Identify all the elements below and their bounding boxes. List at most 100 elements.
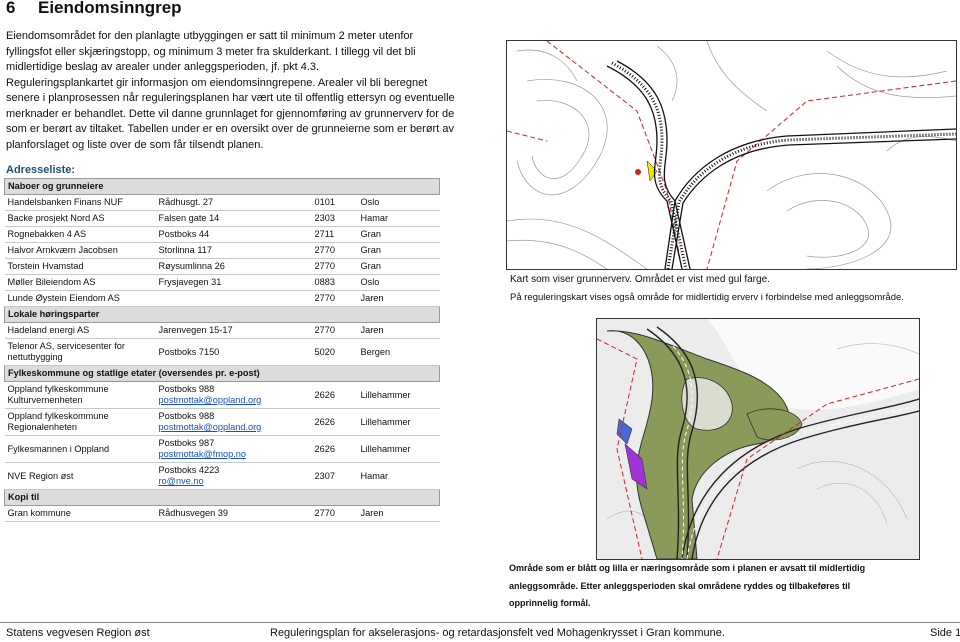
cell-name: Hadeland energi AS: [4, 322, 156, 339]
cell-zip: 2307: [311, 462, 358, 490]
email-link[interactable]: postmottak@fmop.no: [159, 449, 246, 459]
cell-address-text: Postboks 988: [158, 411, 215, 421]
cell-zip-text: 0101: [314, 197, 335, 207]
cell-address: Røysumlinna 26: [155, 258, 312, 275]
intro-paragraph-1: Eiendomsområdet for den planlagte utbygg…: [6, 30, 416, 73]
cell-city-text: Oslo: [360, 277, 380, 287]
cell-name-text: Oppland fylkeskommune Regionalenheten: [7, 411, 109, 432]
cell-address: Falsen gate 14: [155, 210, 312, 227]
cell-name: Oppland fylkeskommune Regionalenheten: [4, 408, 156, 436]
cell-name-text: Halvor Arnkværn Jacobsen: [7, 245, 118, 255]
cell-address: Postboks 44: [155, 226, 312, 243]
email-link[interactable]: ro@nve.no: [159, 476, 204, 486]
map1-caption-2: På reguleringskart vises også område for…: [510, 292, 904, 303]
cell-address-text: Røysumlinna 26: [158, 261, 225, 271]
cell-zip-text: 2307: [314, 470, 335, 481]
footer-divider: [0, 622, 960, 623]
cell-zip: 2711: [311, 226, 358, 243]
footer-page-number: Side 11: [930, 627, 960, 639]
cell-zip: 2770: [311, 258, 358, 275]
cell-city-text: Gran: [360, 261, 381, 271]
cell-name: Torstein Hvamstad: [4, 258, 156, 275]
table-row: Torstein Hvamstad Røysumlinna 26 2770 Gran: [4, 258, 440, 275]
section-header-label: Fylkeskommune og statlige etater (overse…: [4, 365, 440, 382]
cell-city-text: Hamar: [360, 470, 389, 481]
cell-address-text: Jarenvegen 15-17: [158, 325, 233, 335]
cell-address: Postboks 4223 ro@nve.no: [155, 462, 312, 490]
cell-zip-text: 2770: [314, 508, 335, 518]
cell-zip: 0883: [311, 274, 358, 291]
cell-address-text: Storlinna 117: [158, 245, 212, 255]
cell-zip-text: 2770: [314, 325, 335, 335]
map2-caption-line-3: opprinnelig formål.: [509, 598, 591, 608]
email-link[interactable]: postmottak@oppland.org: [159, 422, 262, 432]
cell-zip: 2770: [311, 242, 358, 259]
cell-city: Jaren: [357, 290, 440, 307]
cell-zip-text: 2626: [314, 443, 335, 454]
acquisition-map: [506, 40, 957, 270]
cell-address: Jarenvegen 15-17: [155, 322, 312, 339]
address-section-header: Fylkeskommune og statlige etater (overse…: [4, 365, 440, 382]
cell-city: Gran: [357, 226, 440, 243]
intro-paragraph-2: Reguleringsplankartet gir informasjon om…: [6, 76, 455, 151]
cell-address-text: Frysjavegen 31: [158, 277, 222, 287]
cell-name: Rognebakken 4 AS: [4, 226, 156, 243]
email-link[interactable]: postmottak@oppland.org: [159, 395, 262, 405]
cell-city: Oslo: [357, 274, 440, 291]
cell-city: Gran: [357, 242, 440, 259]
map2-caption-line-2: anleggsområde. Etter anleggsperioden ska…: [509, 580, 851, 591]
cell-name: Handelsbanken Finans NUF: [4, 194, 156, 211]
cell-zip: 2770: [311, 505, 358, 522]
cell-name: Lunde Øystein Eiendom AS: [4, 290, 156, 307]
section-heading: 6 Eiendomsinngrep: [6, 0, 182, 18]
cell-name: Fylkesmannen i Oppland: [4, 435, 156, 463]
cell-zip-text: 2770: [314, 293, 335, 303]
cell-name-text: Rognebakken 4 AS: [7, 229, 87, 239]
cell-city: Lillehammer: [357, 381, 440, 409]
footer-left: Statens vegvesen Region øst: [6, 627, 150, 639]
cell-city-text: Lillehammer: [360, 416, 411, 427]
cell-city-text: Bergen: [360, 346, 391, 357]
cell-name-text: Torstein Hvamstad: [7, 261, 84, 271]
table-row: Handelsbanken Finans NUF Rådhusgt. 27 0101…: [4, 194, 440, 211]
cell-city-text: Gran: [360, 229, 381, 239]
cell-name-text: Møller Bileiendom AS: [7, 277, 96, 287]
cell-zip: 2626: [311, 435, 358, 463]
cell-zip: 2626: [311, 381, 358, 409]
table-row: Fylkesmannen i Oppland Postboks 987 postmo…: [4, 435, 440, 463]
cell-name: Gran kommune: [4, 505, 156, 522]
cell-address: [155, 290, 312, 307]
cell-city: Lillehammer: [357, 435, 440, 463]
address-section-header: Naboer og grunneiere: [4, 178, 440, 195]
section-header-label: Lokale høringsparter: [4, 306, 440, 323]
cell-name-text: NVE Region øst: [7, 470, 74, 481]
cell-name-text: Fylkesmannen i Oppland: [7, 443, 110, 454]
table-row: Telenor AS, servicesenter for nettutbygg…: [4, 338, 440, 366]
cell-city-text: Gran: [360, 245, 381, 255]
cell-city: Oslo: [357, 194, 440, 211]
cell-city: Lillehammer: [357, 408, 440, 436]
cell-name-text: Hadeland energi AS: [7, 325, 90, 335]
cell-address-text: Postboks 988: [158, 384, 215, 394]
cell-zip: 2770: [311, 322, 358, 339]
cell-zip: 0101: [311, 194, 358, 211]
cell-address-text: Postboks 4223: [158, 465, 220, 475]
table-row: Rognebakken 4 AS Postboks 44 2711 Gran: [4, 226, 440, 243]
cell-name: Halvor Arnkværn Jacobsen: [4, 242, 156, 259]
table-row: Oppland fylkeskommune Regionalenheten Pos…: [4, 408, 440, 436]
cell-name-text: Handelsbanken Finans NUF: [7, 197, 123, 207]
cell-address: Storlinna 117: [155, 242, 312, 259]
cell-city: Bergen: [357, 338, 440, 366]
cell-zip: 2770: [311, 290, 358, 307]
cell-city: Hamar: [357, 462, 440, 490]
address-list-title: Adresseliste:: [6, 164, 76, 176]
section-number: 6: [6, 0, 16, 17]
cell-name: Telenor AS, servicesenter for nettutbygg…: [4, 338, 156, 366]
cell-zip-text: 2770: [314, 245, 335, 255]
cell-address: Frysjavegen 31: [155, 274, 312, 291]
cell-name-text: Oppland fylkeskommune Kulturvernenheten: [7, 384, 109, 405]
cell-name-text: Lunde Øystein Eiendom AS: [7, 293, 120, 303]
table-row: Gran kommune Rådhusvegen 39 2770 Jaren: [4, 505, 440, 522]
cell-city: Jaren: [357, 505, 440, 522]
section-header-label: Kopi til: [4, 489, 440, 506]
